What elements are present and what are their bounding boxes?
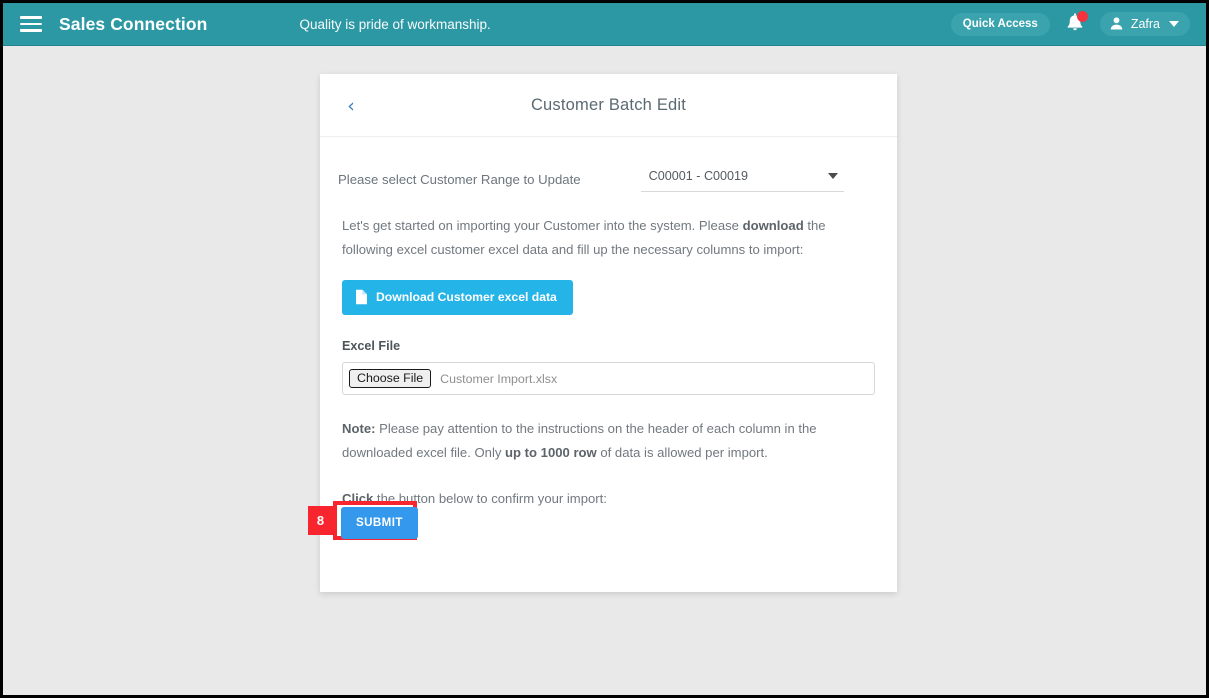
customer-range-selected-value: C00001 - C00019 (648, 169, 749, 183)
annotation-step-badge: 8 (308, 506, 333, 535)
app-viewport: Sales Connection Quality is pride of wor… (0, 0, 1209, 698)
card-header: ‹ Customer Batch Edit (320, 74, 897, 137)
top-navbar: Sales Connection Quality is pride of wor… (3, 3, 1206, 46)
navbar-right-actions: Quick Access Zafra (950, 11, 1206, 36)
chevron-down-icon (1169, 20, 1179, 27)
intro-text-1: Let's get started on importing your Cust… (342, 218, 743, 233)
download-button-label: Download Customer excel data (376, 290, 557, 304)
app-tagline: Quality is pride of workmanship. (299, 16, 491, 32)
submit-button[interactable]: SUBMIT (341, 507, 418, 539)
notification-bell-button[interactable] (1064, 11, 1088, 36)
note-bold-label: Note: (342, 421, 376, 436)
hamburger-line (20, 16, 42, 19)
back-chevron-icon[interactable]: ‹ (341, 96, 361, 116)
file-document-icon (356, 289, 367, 305)
user-menu-button[interactable]: Zafra (1099, 12, 1190, 36)
notification-badge-dot (1076, 11, 1088, 22)
intro-paragraph: Let's get started on importing your Cust… (342, 214, 875, 262)
person-icon (1110, 17, 1123, 30)
app-brand-title[interactable]: Sales Connection (59, 14, 207, 35)
click-instruction-paragraph: Click the button below to confirm your i… (342, 487, 875, 511)
choose-file-button[interactable]: Choose File (349, 369, 432, 388)
page-title: Customer Batch Edit (530, 95, 687, 114)
hamburger-line (20, 29, 42, 32)
submit-button-wrapper: SUBMIT (341, 507, 418, 539)
dropdown-caret-icon (827, 173, 838, 179)
note-text-2: of data is allowed per import. (596, 445, 768, 460)
hamburger-line (20, 22, 42, 26)
hamburger-menu-icon[interactable] (20, 16, 42, 32)
selected-file-name: Customer Import.xlsx (440, 371, 558, 386)
excel-file-label: Excel File (342, 339, 401, 353)
excel-file-input[interactable]: Choose File Customer Import.xlsx (342, 362, 875, 395)
card-body: Please select Customer Range to Update C… (320, 137, 897, 511)
user-name-label: Zafra (1130, 16, 1160, 31)
customer-range-select[interactable]: C00001 - C00019 (640, 163, 844, 192)
customer-range-row: Please select Customer Range to Update C… (338, 163, 879, 192)
customer-range-label: Please select Customer Range to Update (338, 172, 581, 187)
quick-access-button[interactable]: Quick Access (950, 12, 1050, 36)
note-bold-rowlimit: up to 1000 row (505, 445, 597, 460)
download-customer-excel-button[interactable]: Download Customer excel data (342, 280, 573, 315)
note-paragraph: Note: Please pay attention to the instru… (342, 417, 875, 465)
intro-bold-download: download (742, 218, 804, 233)
